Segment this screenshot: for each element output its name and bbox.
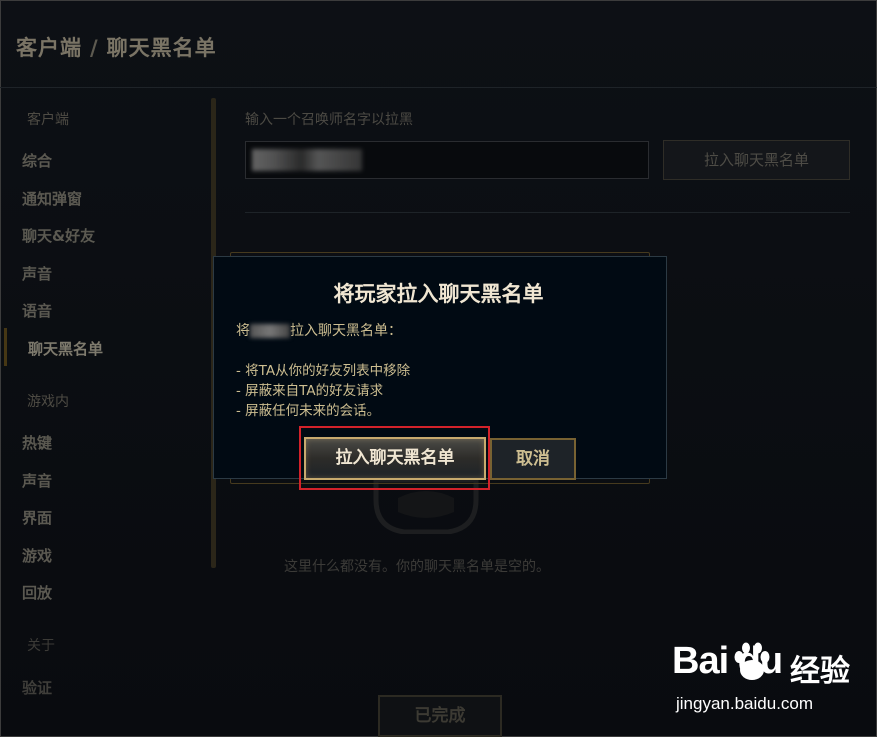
dialog-message: 将 拉入聊天黑名单： — [236, 320, 402, 340]
empty-blacklist-text: 这里什么都没有。你的聊天黑名单是空的。 — [284, 559, 550, 575]
breadcrumb-separator: / — [90, 36, 99, 60]
sidebar-item-replays[interactable]: 回放 — [22, 582, 52, 603]
dialog-message-suffix: 拉入聊天黑名单： — [290, 323, 402, 339]
sidebar-item-notifications[interactable]: 通知弹窗 — [22, 188, 82, 209]
header-divider — [0, 87, 877, 88]
dialog-effect-item: - 将TA从你的好友列表中移除 — [236, 363, 411, 379]
sidebar-item-ingame-sound[interactable]: 声音 — [22, 470, 52, 491]
sidebar-item-interface[interactable]: 界面 — [22, 507, 52, 528]
done-button[interactable]: 已完成 — [378, 695, 502, 737]
content-divider — [245, 212, 850, 213]
annotation-highlight-box — [299, 426, 490, 490]
sidebar-section-about: 关于 — [27, 638, 55, 654]
sidebar-item-general[interactable]: 综合 — [22, 150, 52, 171]
baidu-paw-icon — [734, 642, 770, 680]
sidebar-item-hotkeys[interactable]: 热键 — [22, 432, 52, 453]
blacklist-input-label: 输入一个召唤师名字以拉黑 — [245, 112, 413, 128]
dialog-message-prefix: 将 — [236, 323, 250, 339]
sidebar-item-chat-friends[interactable]: 聊天&好友 — [22, 225, 95, 246]
watermark-brand: 经验 — [790, 654, 850, 689]
breadcrumb-page: 聊天黑名单 — [106, 36, 217, 60]
sidebar-section-ingame: 游戏内 — [27, 394, 69, 410]
sidebar-item-game[interactable]: 游戏 — [22, 545, 52, 566]
watermark-url: jingyan.baidu.com — [676, 694, 814, 713]
sidebar-section-client: 客户端 — [27, 112, 69, 128]
dialog-effect-item: - 屏蔽来自TA的好友请求 — [236, 383, 384, 399]
sidebar-item-chat-blacklist[interactable]: 聊天黑名单 — [28, 338, 103, 359]
dialog-title: 将玩家拉入聊天黑名单 — [333, 282, 544, 306]
cancel-button[interactable]: 取消 — [490, 438, 576, 480]
sidebar-item-verification[interactable]: 验证 — [22, 677, 52, 698]
active-indicator — [4, 328, 7, 366]
blurred-summoner-name — [252, 149, 362, 171]
baidu-watermark: Bai du 经验 jingyan.baidu.com — [672, 640, 872, 720]
page-title: 客户端 / 聊天黑名单 — [16, 32, 217, 62]
dialog-title-row: 将玩家拉入聊天黑名单 — [0, 278, 877, 308]
breadcrumb-section: 客户端 — [16, 36, 82, 60]
dialog-effects-list: - 将TA从你的好友列表中移除 - 屏蔽来自TA的好友请求 - 屏蔽任何未来的会… — [236, 361, 410, 421]
blurred-player-name — [250, 324, 290, 338]
add-to-blacklist-button[interactable]: 拉入聊天黑名单 — [663, 140, 850, 180]
dialog-effect-item: - 屏蔽任何未来的会话。 — [236, 403, 381, 419]
